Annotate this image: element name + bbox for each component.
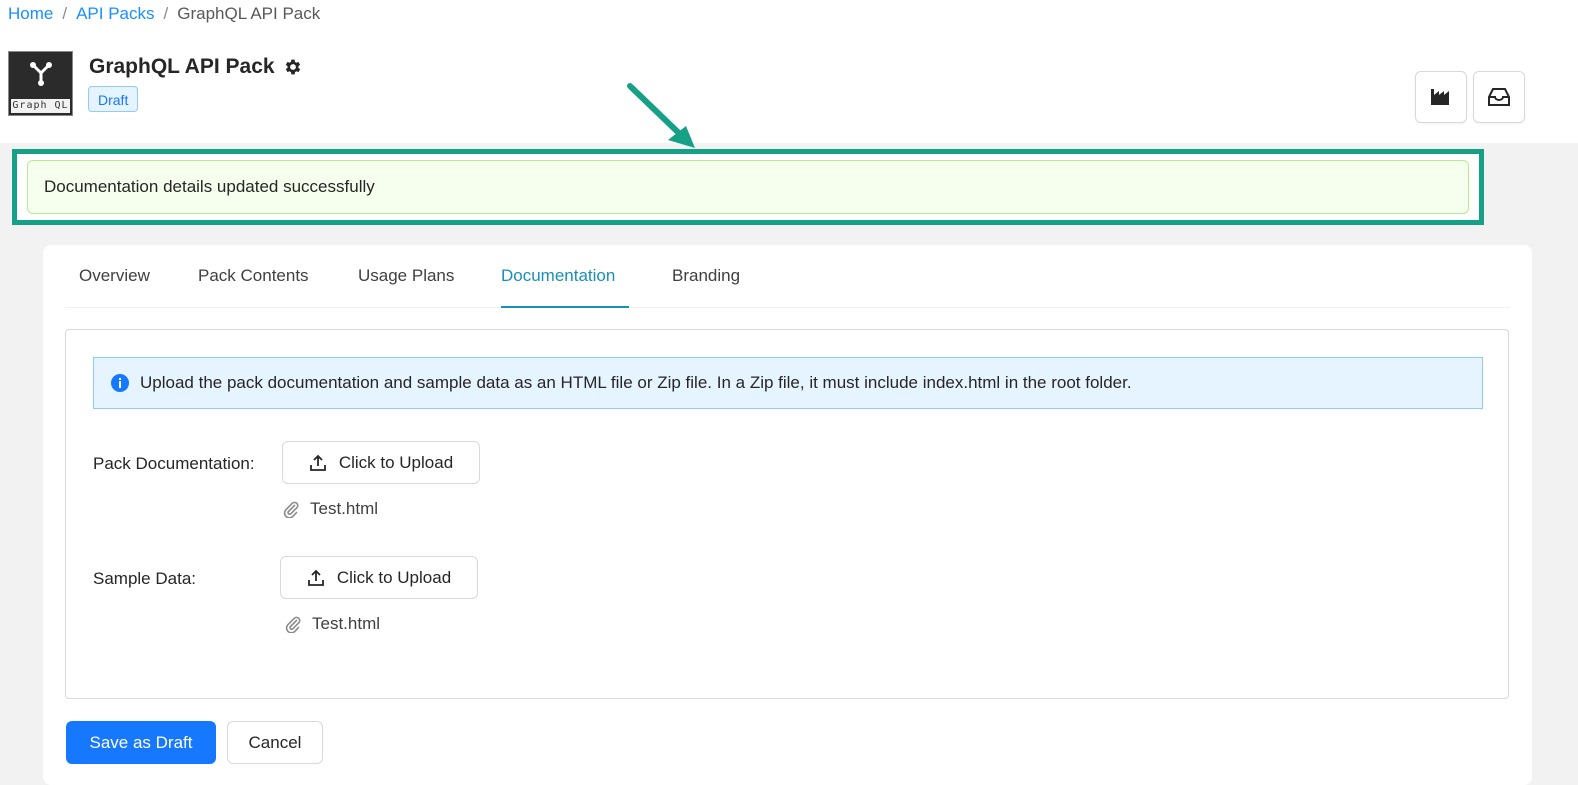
info-icon [111, 374, 129, 392]
sample-data-upload-button[interactable]: Click to Upload [280, 556, 478, 599]
title-row: GraphQL API Pack [89, 55, 303, 79]
tab-usage-plans[interactable]: Usage Plans [358, 266, 454, 286]
inbox-icon [1488, 88, 1510, 106]
breadcrumb-home[interactable]: Home [8, 4, 53, 23]
pack-logo: Graph QL [8, 51, 73, 116]
pack-documentation-file[interactable]: Test.html [282, 499, 378, 519]
breadcrumb-separator: / [62, 4, 68, 23]
logo-text: Graph QL [11, 99, 70, 113]
file-name: Test.html [312, 614, 381, 633]
cancel-button[interactable]: Cancel [227, 721, 323, 764]
tab-branding[interactable]: Branding [672, 266, 740, 286]
factory-icon [1431, 89, 1449, 105]
breadcrumb-separator: / [163, 4, 169, 23]
tab-pack-contents[interactable]: Pack Contents [198, 266, 309, 286]
page-title: GraphQL API Pack [89, 55, 275, 78]
graphql-logo-icon [30, 62, 52, 86]
upload-icon [309, 454, 326, 471]
upload-button-label: Click to Upload [338, 452, 454, 472]
sample-data-label: Sample Data: [93, 569, 196, 588]
settings-gear-icon[interactable] [283, 57, 303, 77]
info-alert: Upload the pack documentation and sample… [93, 357, 1483, 409]
tab-bar: Overview Pack Contents Usage Plans Docum… [65, 245, 1510, 308]
info-message: Upload the pack documentation and sample… [140, 373, 1132, 392]
file-name: Test.html [310, 499, 379, 518]
sample-data-file[interactable]: Test.html [284, 614, 380, 634]
tab-overview[interactable]: Overview [79, 266, 150, 286]
inbox-button[interactable] [1473, 71, 1525, 123]
breadcrumb-api-packs[interactable]: API Packs [76, 4, 154, 23]
save-as-draft-button[interactable]: Save as Draft [66, 721, 216, 764]
pack-documentation-label: Pack Documentation: [93, 454, 255, 473]
content-card: Overview Pack Contents Usage Plans Docum… [43, 245, 1532, 785]
paperclip-icon [285, 616, 301, 633]
annotation-arrow [627, 83, 695, 148]
page-header: Home / API Packs / GraphQL API Pack Graph QL… [0, 0, 1578, 143]
upload-button-label: Click to Upload [336, 567, 452, 587]
status-badge: Draft [88, 86, 139, 112]
upload-icon [307, 569, 324, 586]
paperclip-icon [283, 501, 299, 518]
breadcrumb-current: GraphQL API Pack [177, 4, 321, 23]
breadcrumb: Home / API Packs / GraphQL API Pack [8, 4, 320, 24]
active-tab-indicator [501, 306, 629, 308]
tab-documentation[interactable]: Documentation [501, 266, 615, 286]
documentation-panel: Upload the pack documentation and sample… [65, 329, 1509, 699]
factory-button[interactable] [1415, 71, 1467, 123]
success-alert: Documentation details updated successful… [27, 160, 1469, 214]
pack-documentation-upload-button[interactable]: Click to Upload [282, 441, 480, 484]
